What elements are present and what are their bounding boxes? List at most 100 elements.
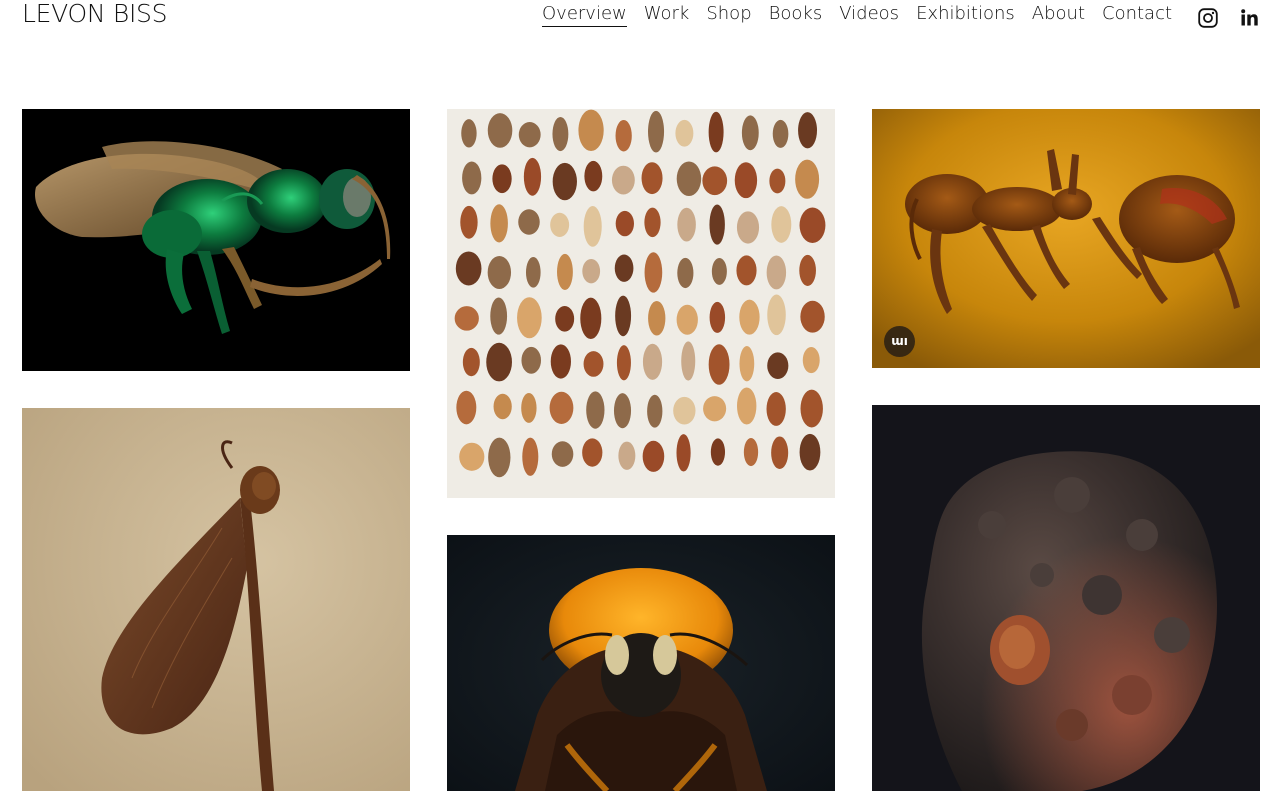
site-logo[interactable]: LEVON BISS — [22, 0, 168, 29]
seed-specimen — [648, 110, 665, 153]
seed-specimen — [644, 207, 661, 238]
seed-specimen — [552, 116, 569, 152]
seed-specimen — [641, 162, 663, 195]
seed-specimen — [648, 300, 666, 336]
seed-specimen — [522, 437, 539, 476]
seed-specimen — [743, 438, 759, 467]
seed-specimen — [616, 345, 631, 381]
seed-specimen — [772, 119, 789, 148]
site-header: LEVON BISS Overview Work Shop Books Vide… — [0, 0, 1280, 40]
seed-specimen — [702, 166, 728, 196]
seed-specimen — [518, 121, 541, 148]
seed-specimen — [802, 346, 820, 374]
seed-specimen — [681, 341, 696, 381]
seed-specimen — [487, 255, 512, 290]
seed-specimen — [739, 346, 755, 382]
nav-work[interactable]: Work — [644, 3, 690, 27]
nav-exhibitions[interactable]: Exhibitions — [916, 3, 1015, 27]
seed-specimen — [703, 396, 727, 422]
seed-specimen — [800, 300, 825, 333]
seed-specimen — [557, 253, 573, 291]
seed-specimen — [613, 393, 632, 429]
seed-specimen — [676, 304, 698, 335]
seed-specimen — [584, 160, 603, 192]
seed-specimen — [734, 162, 758, 199]
seed-specimen — [766, 392, 786, 426]
seed-specimen — [580, 297, 602, 340]
seed-specimen — [518, 209, 540, 235]
seed-specimen — [642, 343, 663, 380]
seed-specimen — [521, 346, 542, 374]
bumblebee-photo[interactable] — [447, 535, 835, 791]
nav-contact[interactable]: Contact — [1102, 3, 1172, 27]
seed-specimen — [771, 436, 789, 469]
seed-specimen — [615, 119, 632, 152]
seed-specimen — [462, 161, 482, 195]
seed-specimen — [647, 394, 663, 428]
nav-videos[interactable]: Videos — [839, 3, 899, 27]
seed-specimen — [487, 113, 513, 148]
seed-specimen — [578, 109, 604, 152]
seed-specimen — [582, 258, 601, 284]
seed-specimen — [795, 159, 820, 199]
seed-specimen — [461, 119, 477, 148]
nav-overview[interactable]: Overview — [542, 3, 627, 27]
seed-collection-photo[interactable] — [447, 109, 835, 498]
seed-specimen — [611, 165, 635, 195]
seed-specimen — [800, 389, 823, 428]
brand-badge[interactable]: ɯı — [884, 326, 915, 357]
textured-seed-photo[interactable] — [872, 405, 1260, 791]
seed-specimen — [709, 301, 726, 333]
seed-specimen — [736, 387, 757, 425]
seed-specimen — [711, 257, 727, 285]
seed-specimen — [486, 342, 512, 382]
seed-specimen — [490, 204, 508, 243]
seed-specimen — [799, 207, 826, 243]
seed-specimen — [492, 164, 512, 194]
seed-specimen — [709, 204, 725, 245]
seed-specimen — [552, 162, 577, 201]
seed-specimen — [767, 352, 789, 379]
seed-specimen — [523, 157, 542, 196]
seed-specimen — [771, 206, 792, 243]
seed-specimen — [521, 393, 537, 423]
seed-specimen — [490, 297, 508, 335]
seed-specimen — [488, 437, 511, 478]
seed-specimen — [676, 161, 702, 197]
seed-specimen — [767, 294, 786, 336]
instagram-icon[interactable] — [1198, 8, 1218, 28]
seed-specimen — [736, 211, 760, 244]
seed-specimen — [555, 306, 575, 332]
seed-specimen — [618, 441, 636, 470]
seed-specimen — [736, 255, 757, 286]
seed-specimen — [675, 119, 694, 147]
seed-specimen — [615, 210, 634, 237]
seed-specimen — [739, 299, 760, 335]
seed-specimen — [460, 205, 478, 239]
seed-specimen — [583, 351, 604, 377]
seed-specimen — [517, 297, 542, 339]
seed-specimen — [549, 391, 574, 425]
seed-specimen — [583, 206, 602, 247]
seed-specimen — [456, 390, 477, 425]
linkedin-icon[interactable] — [1241, 9, 1258, 26]
seed-specimen — [769, 168, 786, 194]
seed-specimen — [550, 344, 571, 379]
emerald-wasp-photo[interactable] — [22, 109, 410, 371]
nav-about[interactable]: About — [1032, 3, 1085, 27]
seed-specimen — [710, 438, 726, 466]
seed-specimen — [677, 207, 696, 242]
samara-seed-photo[interactable] — [22, 408, 410, 791]
amber-ant-photo[interactable] — [872, 109, 1260, 368]
seed-specimen — [644, 252, 663, 293]
main-nav: Overview Work Shop Books Videos Exhibiti… — [542, 3, 1189, 27]
seed-specimen — [586, 391, 605, 429]
seed-specimen — [459, 442, 485, 471]
nav-books[interactable]: Books — [769, 3, 823, 27]
seed-specimen — [455, 251, 482, 286]
seed-specimen — [462, 347, 480, 377]
nav-shop[interactable]: Shop — [706, 3, 751, 27]
seed-specimen — [525, 257, 541, 288]
seed-specimen — [708, 344, 730, 385]
seed-specimen — [676, 434, 691, 472]
